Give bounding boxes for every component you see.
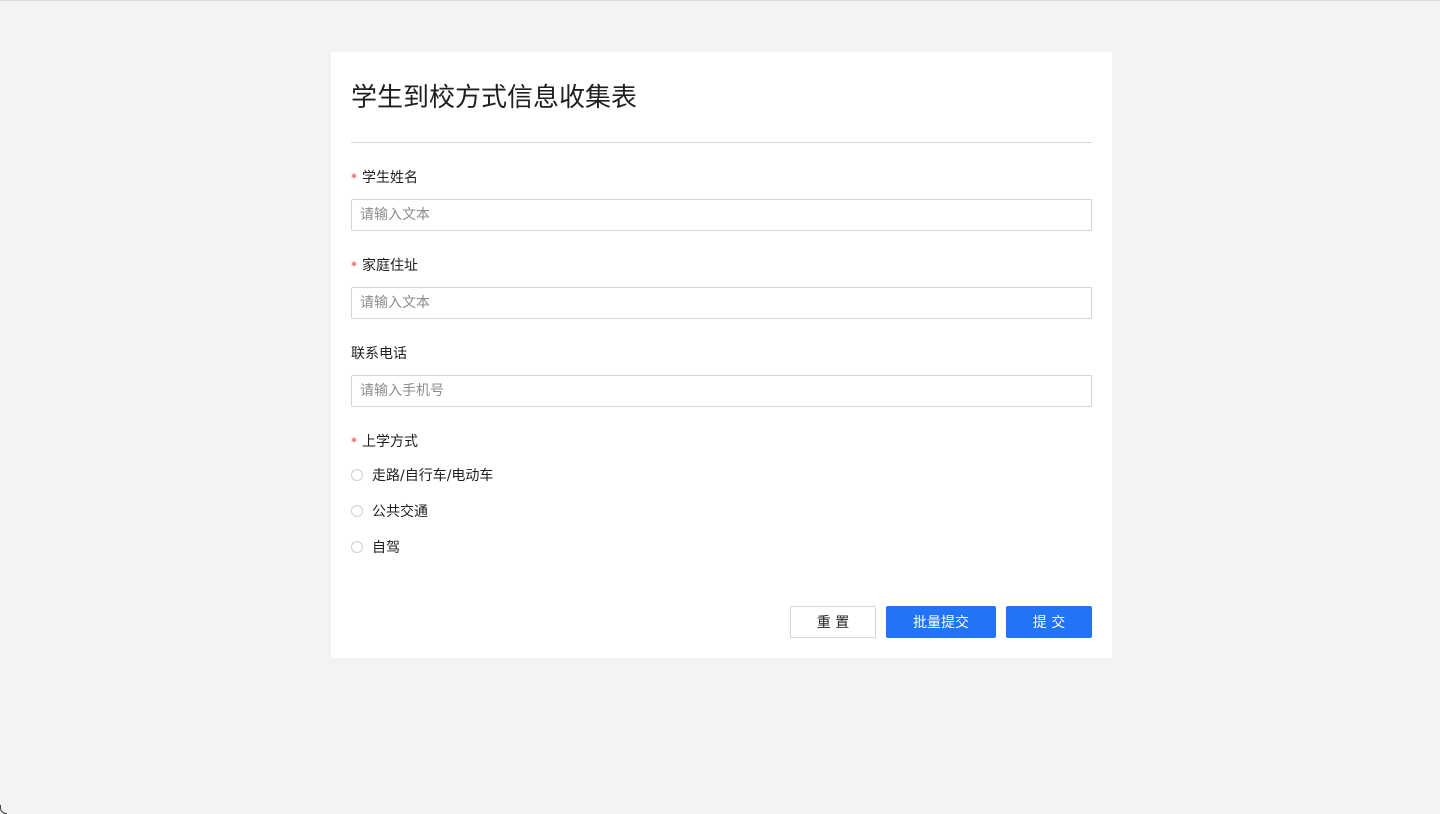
commute-option-walk-bike[interactable]: 走路/自行车/电动车 [351,465,493,485]
title-divider [351,142,1092,143]
required-mark: * [351,259,357,273]
phone-label-text: 联系电话 [351,346,407,362]
form-title: 学生到校方式信息收集表 [351,83,638,113]
reset-button[interactable]: 重 置 [790,606,876,638]
commute-method-label-text: 上学方式 [362,434,418,450]
home-address-label-text: 家庭住址 [362,258,418,274]
radio-option-label: 公共交通 [372,504,428,520]
radio-button[interactable] [351,469,363,481]
submit-button[interactable]: 提 交 [1006,606,1092,638]
form-card: 学生到校方式信息收集表 * 学生姓名 * 家庭住址 联系电话 * 上学方式 走路/自行… [331,52,1112,658]
radio-button[interactable] [351,505,363,517]
home-address-input[interactable] [351,287,1092,319]
required-mark: * [351,435,357,449]
radio-option-label: 走路/自行车/电动车 [372,468,494,484]
student-name-label: * 学生姓名 [351,168,418,188]
home-address-label: * 家庭住址 [351,256,418,276]
batch-submit-button[interactable]: 批量提交 [886,606,996,638]
page-background: 学生到校方式信息收集表 * 学生姓名 * 家庭住址 联系电话 * 上学方式 走路/自行… [0,0,1440,814]
student-name-label-text: 学生姓名 [362,170,418,186]
window-corner [0,805,7,814]
required-mark: * [351,171,357,185]
student-name-input[interactable] [351,199,1092,231]
radio-button[interactable] [351,541,363,553]
phone-input[interactable] [351,375,1092,407]
phone-label: 联系电话 [351,344,407,364]
commute-option-self-drive[interactable]: 自驾 [351,537,400,557]
commute-option-public-transport[interactable]: 公共交通 [351,501,428,521]
commute-method-label: * 上学方式 [351,432,418,452]
radio-option-label: 自驾 [372,540,400,556]
